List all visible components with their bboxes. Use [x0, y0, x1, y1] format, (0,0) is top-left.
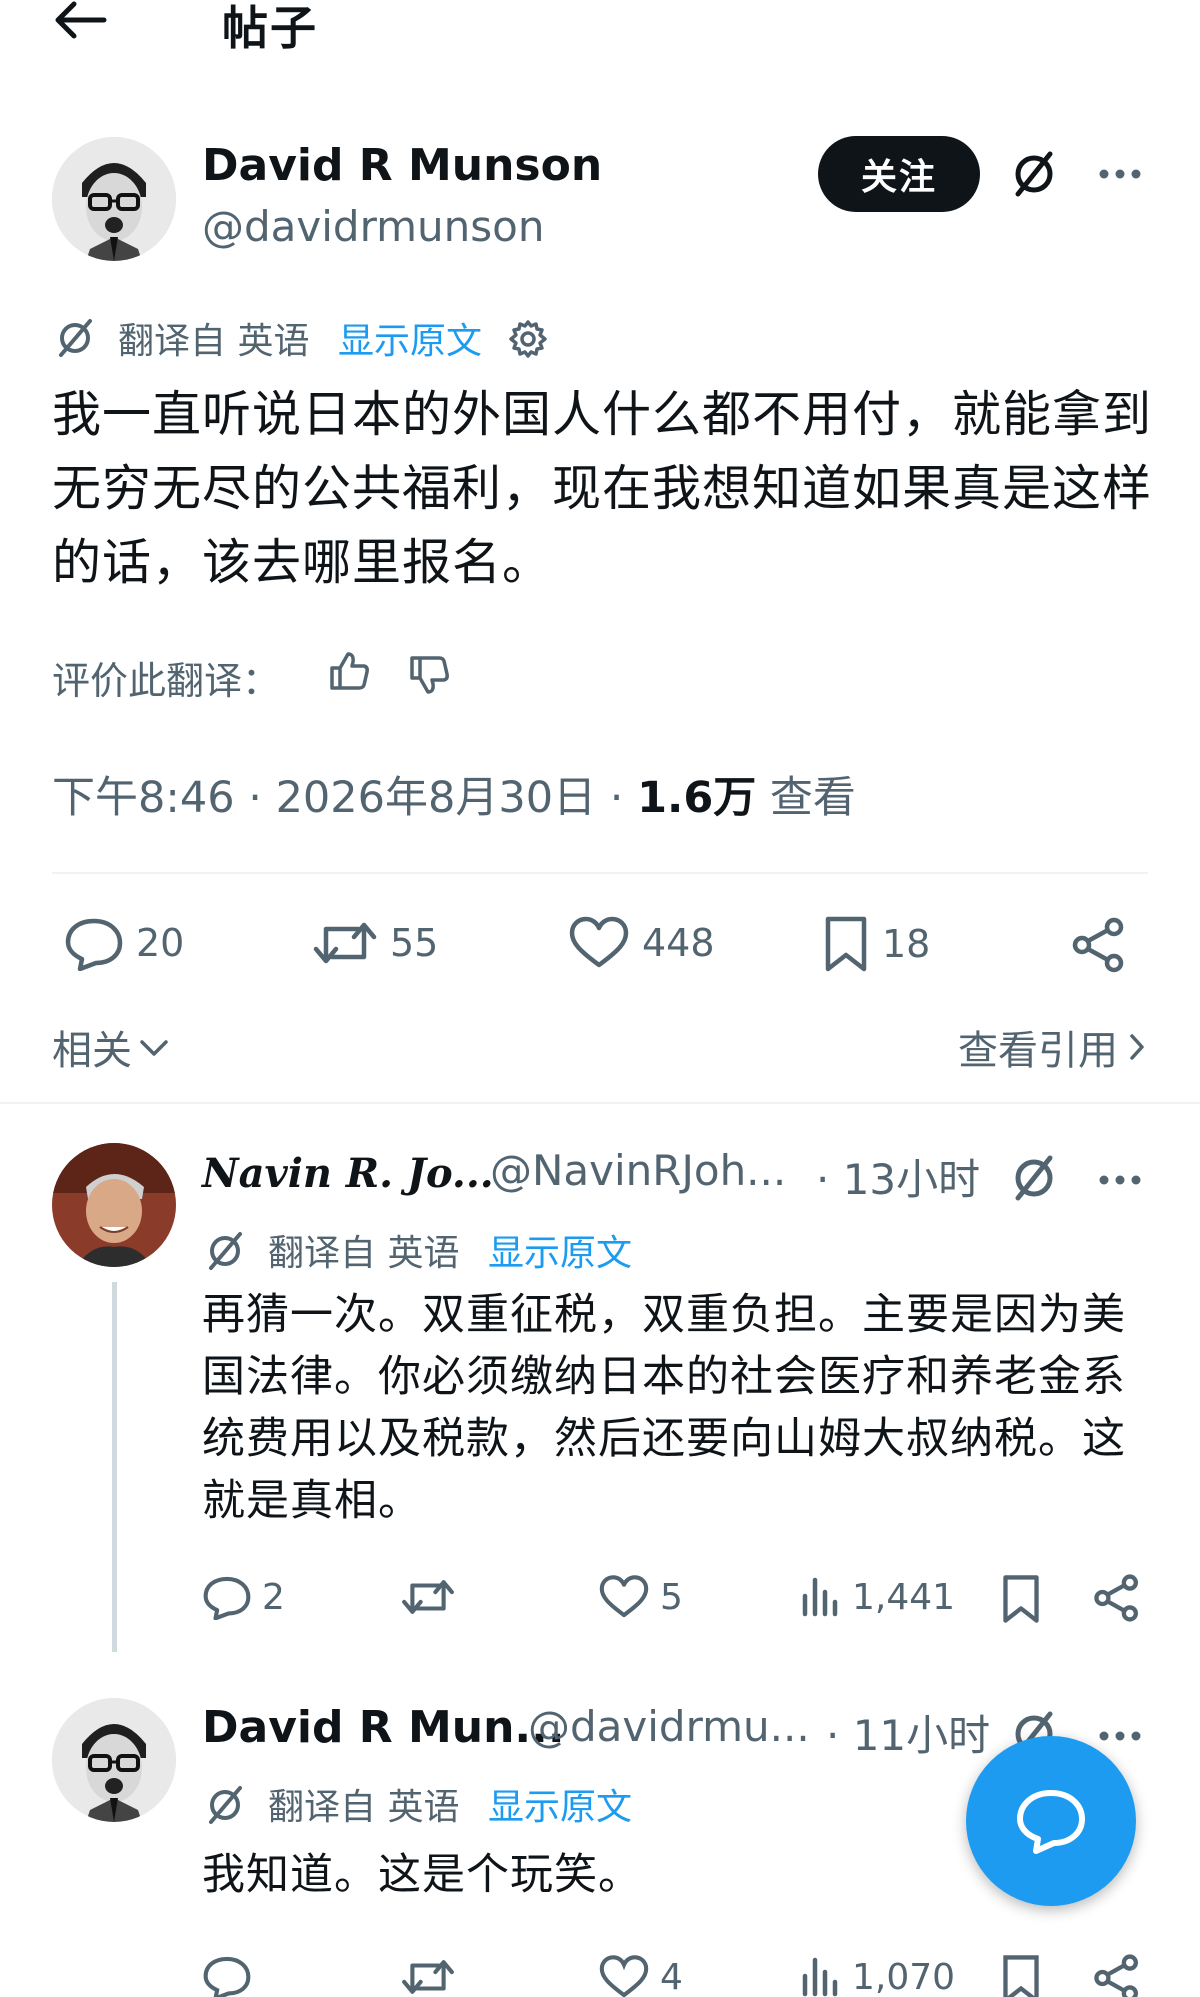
post-text: 我一直听说日本的外国人什么都不用付，就能拿到无穷无尽的公共福利，现在我想知道如果… — [52, 386, 1153, 591]
follow-button[interactable]: 关注 — [818, 136, 980, 212]
share-icon — [1094, 1574, 1138, 1622]
post-metadata: 下午8:46 · 2026年8月30日 · 1.6万 查看 — [52, 763, 856, 825]
like-count: 4 — [660, 1956, 683, 1997]
more-options-icon[interactable] — [1094, 1158, 1146, 1202]
bookmark-icon — [1003, 1575, 1039, 1623]
repost-button[interactable] — [400, 1574, 466, 1620]
show-original-link[interactable]: 显示原文 — [488, 1778, 632, 1830]
translated-from-label: 翻译自 英语 — [268, 1787, 460, 1828]
views-button[interactable]: 1,441 — [800, 1574, 955, 1620]
translated-from-label: 翻译自 英语 — [268, 1233, 460, 1274]
translate-icon — [202, 1782, 248, 1828]
view-quotes-link[interactable]: 查看引用 — [958, 1018, 1148, 1076]
repost-icon — [402, 1580, 454, 1614]
share-icon — [1094, 1954, 1138, 1997]
show-original-link[interactable]: 显示原文 — [338, 312, 482, 364]
more-options-icon[interactable] — [1094, 152, 1146, 196]
reply-text: 再猜一次。双重征税，双重负担。主要是因为美国法律。你必须缴纳日本的社会医疗和养老… — [202, 1290, 1126, 1526]
related-label: 相关 — [52, 1028, 132, 1074]
analytics-icon — [802, 1577, 838, 1617]
reply-bubble-icon — [1017, 1790, 1085, 1854]
grok-icon[interactable] — [1006, 146, 1062, 202]
rate-translation-label: 评价此翻译： — [52, 659, 281, 703]
reply-button[interactable]: 2 — [202, 1574, 285, 1620]
analytics-icon — [802, 1957, 838, 1997]
reply-icon — [203, 1576, 251, 1620]
reply-count: 2 — [262, 1576, 285, 1618]
view-count: 1,441 — [852, 1576, 956, 1618]
thumbs-up-icon[interactable] — [326, 648, 372, 694]
author-handle[interactable]: @NavinRJoh... — [490, 1146, 786, 1195]
author-handle[interactable]: @davidrmunson — [202, 202, 544, 251]
bookmark-button[interactable] — [1000, 1574, 1042, 1624]
author-handle[interactable]: @davidrmu... — [528, 1702, 810, 1751]
repost-icon — [402, 1960, 454, 1994]
avatar[interactable] — [52, 1143, 176, 1267]
author-name[interactable]: David R Munson — [202, 140, 602, 191]
show-original-link[interactable]: 显示原文 — [488, 1224, 632, 1276]
chevron-right-icon — [1130, 1034, 1144, 1060]
back-arrow-icon[interactable] — [52, 0, 108, 40]
like-count: 5 — [660, 1576, 683, 1618]
reply-icon — [65, 918, 123, 971]
translate-icon — [52, 315, 98, 361]
views-label: 查看 — [756, 773, 856, 823]
translated-from-label: 翻译自 英语 — [118, 321, 310, 362]
heart-icon — [569, 916, 629, 968]
bookmark-icon — [1003, 1955, 1039, 1997]
bookmark-button[interactable] — [1000, 1954, 1042, 1997]
reply-button[interactable] — [202, 1954, 252, 1997]
reply-time[interactable]: · 11小时 — [826, 1702, 990, 1763]
reply-text: 我知道。这是个玩笑。 — [202, 1850, 642, 1900]
compose-reply-button[interactable] — [966, 1736, 1136, 1906]
avatar[interactable] — [52, 137, 176, 261]
reply-count: 20 — [136, 921, 185, 965]
thread-line — [112, 1282, 117, 1652]
heart-icon — [599, 1575, 649, 1618]
chevron-down-icon — [140, 1040, 168, 1056]
more-options-icon[interactable] — [1094, 1714, 1146, 1758]
bookmark-button[interactable]: 18 — [822, 915, 930, 973]
divider — [0, 1102, 1200, 1104]
thumbs-down-icon[interactable] — [406, 652, 452, 698]
divider — [52, 872, 1148, 874]
repost-button[interactable] — [400, 1954, 456, 1997]
author-name[interactable]: Navin R. Jo... — [202, 1150, 494, 1197]
post-time: 下午8:46 · 2026年8月30日 · — [52, 773, 638, 823]
view-quotes-label: 查看引用 — [958, 1028, 1118, 1074]
gear-icon[interactable] — [506, 317, 550, 361]
like-count: 448 — [642, 921, 715, 965]
like-button[interactable]: 448 — [568, 915, 715, 971]
like-button[interactable]: 4 — [598, 1954, 683, 1997]
related-dropdown[interactable]: 相关 — [52, 1018, 170, 1076]
share-icon — [1072, 917, 1124, 973]
share-button[interactable] — [1070, 917, 1128, 973]
repost-count: 55 — [390, 921, 439, 965]
bookmark-count: 18 — [882, 922, 931, 966]
repost-icon — [313, 922, 377, 964]
avatar[interactable] — [52, 1698, 176, 1822]
author-name[interactable]: David R Mun... — [202, 1702, 565, 1753]
translate-icon — [202, 1228, 248, 1274]
share-button[interactable] — [1092, 1954, 1142, 1997]
views-button[interactable]: 1,070 — [800, 1954, 955, 1997]
bookmark-icon — [825, 916, 867, 972]
grok-icon[interactable] — [1006, 1150, 1062, 1206]
reply-time[interactable]: · 13小时 — [816, 1146, 980, 1207]
share-button[interactable] — [1092, 1574, 1142, 1622]
reply-button[interactable]: 20 — [64, 915, 184, 971]
view-count: 1,070 — [852, 1956, 956, 1997]
reply-action-bar: 4 1,070 — [202, 1948, 1162, 1997]
page-title: 帖子 — [222, 1, 318, 55]
view-count: 1.6万 — [637, 773, 757, 823]
like-button[interactable]: 5 — [598, 1574, 683, 1620]
heart-icon — [599, 1955, 649, 1997]
reply-icon — [203, 1956, 251, 1997]
repost-button[interactable]: 55 — [312, 915, 438, 971]
